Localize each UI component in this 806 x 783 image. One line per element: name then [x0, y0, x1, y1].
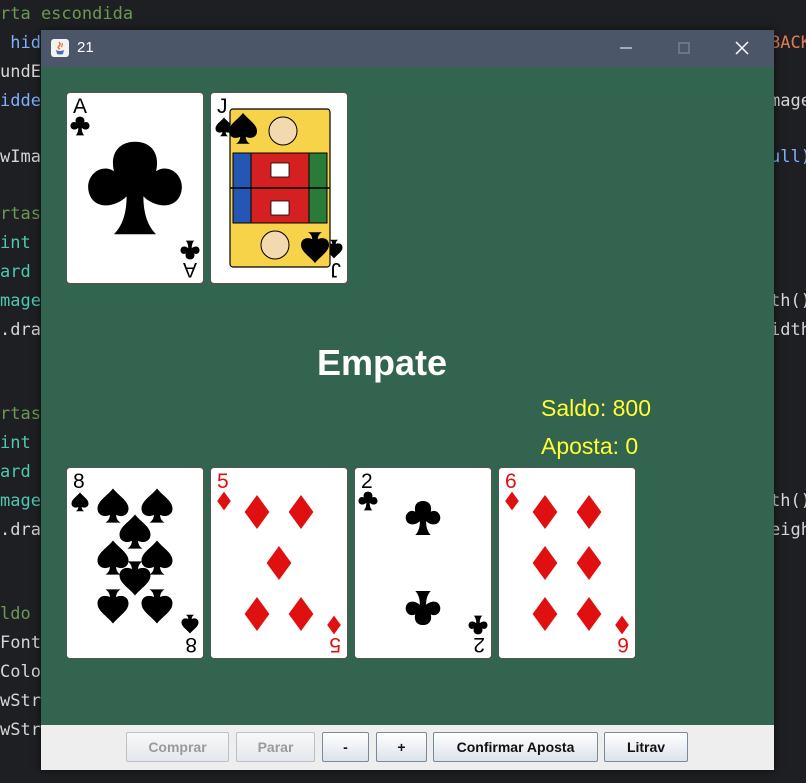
clubs-icon — [405, 590, 441, 626]
code-line-right: th() — [770, 291, 806, 311]
spades-icon — [141, 488, 173, 523]
playing-card: 22 — [354, 467, 492, 659]
diamonds-icon — [615, 615, 629, 635]
diamonds-icon — [576, 494, 602, 530]
card-rank: A — [73, 95, 87, 118]
code-line: ard — [0, 262, 31, 282]
diamonds-icon — [288, 596, 314, 632]
maximize-button[interactable] — [661, 30, 707, 67]
code-line: int — [0, 233, 31, 253]
card-rank: 2 — [473, 633, 485, 656]
code-line-right: BACK — [770, 33, 806, 53]
game-table: AAJJ Empate Saldo: 800 Aposta: 0 8855226… — [41, 67, 774, 725]
code-line: wStr — [0, 720, 41, 740]
diamonds-icon — [327, 615, 341, 635]
spades-icon — [97, 488, 129, 523]
diamonds-icon — [505, 491, 519, 511]
diamonds-icon — [217, 491, 231, 511]
code-line: ard — [0, 462, 31, 482]
code-line: Font — [0, 633, 41, 653]
card-rank: J — [217, 95, 228, 118]
window-title: 21 — [77, 39, 94, 56]
game-status: Empate — [317, 342, 448, 383]
title-bar[interactable]: 21 — [41, 30, 774, 67]
code-line: .dra — [0, 520, 41, 540]
code-line: .dra — [0, 320, 41, 340]
playing-card: JJ — [210, 92, 348, 284]
clubs-icon — [70, 116, 90, 136]
card-rank: 6 — [617, 633, 629, 656]
card-rank: A — [183, 258, 197, 281]
diamonds-icon — [288, 494, 314, 530]
spades-icon — [71, 492, 89, 512]
code-line: wIma — [0, 147, 41, 167]
code-line: undE — [0, 62, 41, 82]
diamonds-icon — [266, 545, 292, 581]
confirm-bet-button[interactable]: Confirmar Aposta — [433, 732, 598, 762]
card-rank: 6 — [505, 470, 517, 493]
diamonds-icon — [532, 596, 558, 632]
code-line: rtas — [0, 404, 41, 424]
clubs-icon — [358, 491, 378, 511]
card-rank: J — [331, 258, 342, 281]
code-line: int — [0, 433, 31, 453]
spades-icon — [141, 589, 173, 624]
card-rank: 8 — [73, 470, 85, 493]
minimize-button[interactable] — [603, 30, 649, 67]
clubs-icon — [180, 240, 200, 260]
clubs-icon — [88, 141, 182, 235]
code-line: idde — [0, 91, 41, 111]
card-rank: 5 — [329, 633, 341, 656]
diamonds-icon — [244, 494, 270, 530]
card-rank: 5 — [217, 470, 229, 493]
diamonds-icon — [576, 596, 602, 632]
spades-icon — [97, 589, 129, 624]
diamonds-icon — [244, 596, 270, 632]
code-line: Colo — [0, 662, 41, 682]
code-line-right: ull) — [770, 147, 806, 167]
clubs-icon — [405, 500, 441, 536]
code-line: wStr — [0, 691, 41, 711]
increase-bet-button[interactable]: + — [376, 732, 427, 762]
code-line-right: mage — [770, 91, 806, 111]
code-line-right: idth — [770, 320, 806, 340]
java-app-icon — [51, 39, 69, 57]
diamonds-icon — [532, 545, 558, 581]
code-line: rta escondida — [0, 4, 134, 24]
parar-button[interactable]: Parar — [236, 732, 315, 762]
button-bar: Comprar Parar - + Confirmar Aposta Litra… — [41, 725, 774, 770]
diamonds-icon — [576, 545, 602, 581]
comprar-button[interactable]: Comprar — [126, 732, 229, 762]
code-line-right: th() — [770, 491, 806, 511]
litrav-button[interactable]: Litrav — [604, 732, 688, 762]
saldo-label: Saldo: 800 — [541, 395, 651, 421]
aposta-label: Aposta: 0 — [541, 433, 639, 459]
playing-card: 66 — [498, 467, 636, 659]
code-line: rtas — [0, 204, 41, 224]
code-line: mage — [0, 491, 41, 511]
spades-icon — [119, 514, 151, 549]
playing-card: AA — [66, 92, 204, 284]
code-line-right: eigh — [770, 520, 806, 540]
code-line: mage — [0, 291, 41, 311]
decrease-bet-button[interactable]: - — [322, 732, 369, 762]
diamonds-icon — [532, 494, 558, 530]
card-rank: 8 — [185, 633, 197, 656]
code-line: hid — [0, 33, 41, 53]
code-line: ldo — [0, 604, 31, 624]
game-window: 21 AAJJ Empate Saldo: 800 Aposta: 0 8855… — [41, 30, 774, 770]
playing-card: 55 — [210, 467, 348, 659]
card-rank: 2 — [361, 470, 373, 493]
clubs-icon — [468, 615, 488, 635]
close-button[interactable] — [719, 30, 765, 67]
spades-icon — [181, 614, 199, 634]
playing-card: 88 — [66, 467, 204, 659]
